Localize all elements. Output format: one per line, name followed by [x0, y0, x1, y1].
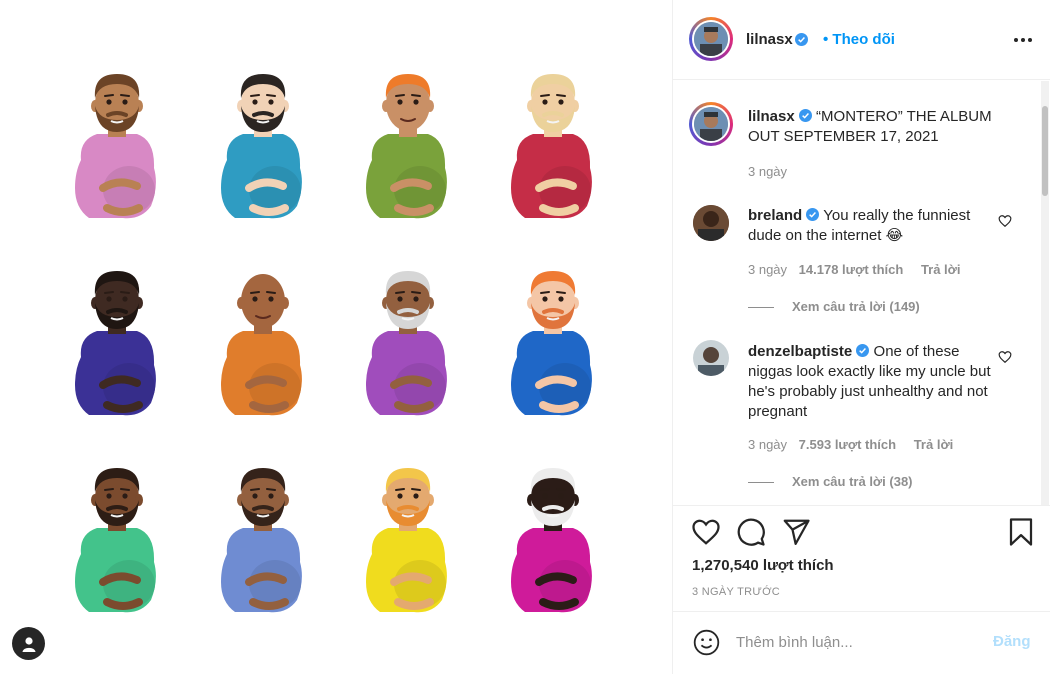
post-header: lilnasx • Theo dõi	[673, 0, 1050, 80]
author-username[interactable]: lilnasx	[746, 31, 793, 48]
comment-meta: 3 ngày 7.593 lượt thích Trả lời	[748, 437, 953, 452]
verified-badge-icon	[806, 208, 820, 221]
comment-age: 3 ngày	[748, 437, 788, 452]
like-comment-icon[interactable]	[998, 214, 1012, 228]
pregnant-man-emoji	[221, 468, 302, 613]
post-actions: 1,270,540 lượt thích 3 NGÀY TRƯỚC	[673, 505, 1050, 611]
view-replies-button[interactable]: Xem câu trả lời (149)	[748, 299, 920, 314]
verified-badge-icon	[798, 109, 812, 122]
comments-scrollbar[interactable]	[1041, 81, 1049, 505]
comment-1: breland You really the funniest dude on …	[748, 206, 993, 246]
comment-composer: Đăng	[673, 611, 1050, 674]
share-icon[interactable]	[781, 517, 811, 547]
caption: lilnasx “MONTERO” THE ALBUM OUT SEPTEMBE…	[748, 107, 1018, 147]
verified-badge-icon	[795, 33, 808, 46]
comments-list: lilnasx “MONTERO” THE ALBUM OUT SEPTEMBE…	[673, 81, 1050, 505]
pregnant-man-emoji	[511, 468, 592, 613]
caption-age: 3 ngày	[748, 164, 788, 179]
replies-divider	[748, 307, 774, 309]
post-comment-button[interactable]: Đăng	[993, 633, 1031, 650]
more-options-icon[interactable]	[1013, 30, 1033, 50]
verified-badge-icon	[856, 344, 870, 357]
like-comment-icon[interactable]	[998, 350, 1012, 364]
view-replies-button[interactable]: Xem câu trả lời (38)	[748, 474, 913, 489]
comment-likes[interactable]: 7.593 lượt thích	[799, 437, 896, 452]
post-side-panel: lilnasx • Theo dõi lilnasx “MONTERO” THE…	[672, 0, 1051, 674]
view-replies-label: Xem câu trả lời (149)	[792, 299, 920, 314]
comment-input[interactable]	[736, 630, 976, 654]
follow-button[interactable]: • Theo dõi	[823, 31, 895, 48]
comment-2: denzelbaptiste One of these niggas look …	[748, 342, 993, 422]
post-timestamp: 3 NGÀY TRƯỚC	[692, 586, 781, 598]
scrollbar-thumb[interactable]	[1042, 106, 1048, 196]
pregnant-man-emoji	[75, 271, 156, 416]
emoji-icon[interactable]	[693, 629, 720, 656]
pregnant-man-emoji	[366, 74, 447, 219]
replies-divider	[748, 482, 774, 484]
comment-avatar[interactable]	[693, 205, 729, 241]
pregnant-man-emoji	[221, 74, 302, 219]
comment-meta: 3 ngày 14.178 lượt thích Trả lời	[748, 262, 961, 277]
caption-author-avatar[interactable]	[689, 102, 733, 146]
pregnant-man-emoji	[75, 468, 156, 613]
comment-likes[interactable]: 14.178 lượt thích	[799, 262, 904, 277]
pregnant-man-emoji	[511, 74, 592, 219]
pregnant-man-emoji	[75, 74, 156, 219]
pregnant-man-emoji	[511, 271, 592, 416]
reply-button[interactable]: Trả lời	[914, 437, 954, 452]
caption-username[interactable]: lilnasx	[748, 108, 795, 125]
pregnant-man-emoji	[366, 271, 447, 416]
reply-button[interactable]: Trả lời	[921, 262, 961, 277]
comment-icon[interactable]	[736, 517, 766, 547]
view-replies-label: Xem câu trả lời (38)	[792, 474, 913, 489]
author-avatar[interactable]	[689, 17, 733, 61]
like-count[interactable]: 1,270,540 lượt thích	[692, 557, 834, 574]
comment-username[interactable]: denzelbaptiste	[748, 343, 852, 360]
user-tag-icon[interactable]	[12, 627, 45, 660]
bookmark-icon[interactable]	[1006, 517, 1036, 547]
comment-age: 3 ngày	[748, 262, 788, 277]
comment-username[interactable]: breland	[748, 207, 802, 224]
post-image[interactable]	[0, 0, 672, 674]
heart-icon[interactable]	[691, 517, 721, 547]
pregnant-man-emoji	[221, 274, 302, 416]
pregnant-man-emoji	[366, 468, 447, 613]
comment-avatar[interactable]	[693, 340, 729, 376]
